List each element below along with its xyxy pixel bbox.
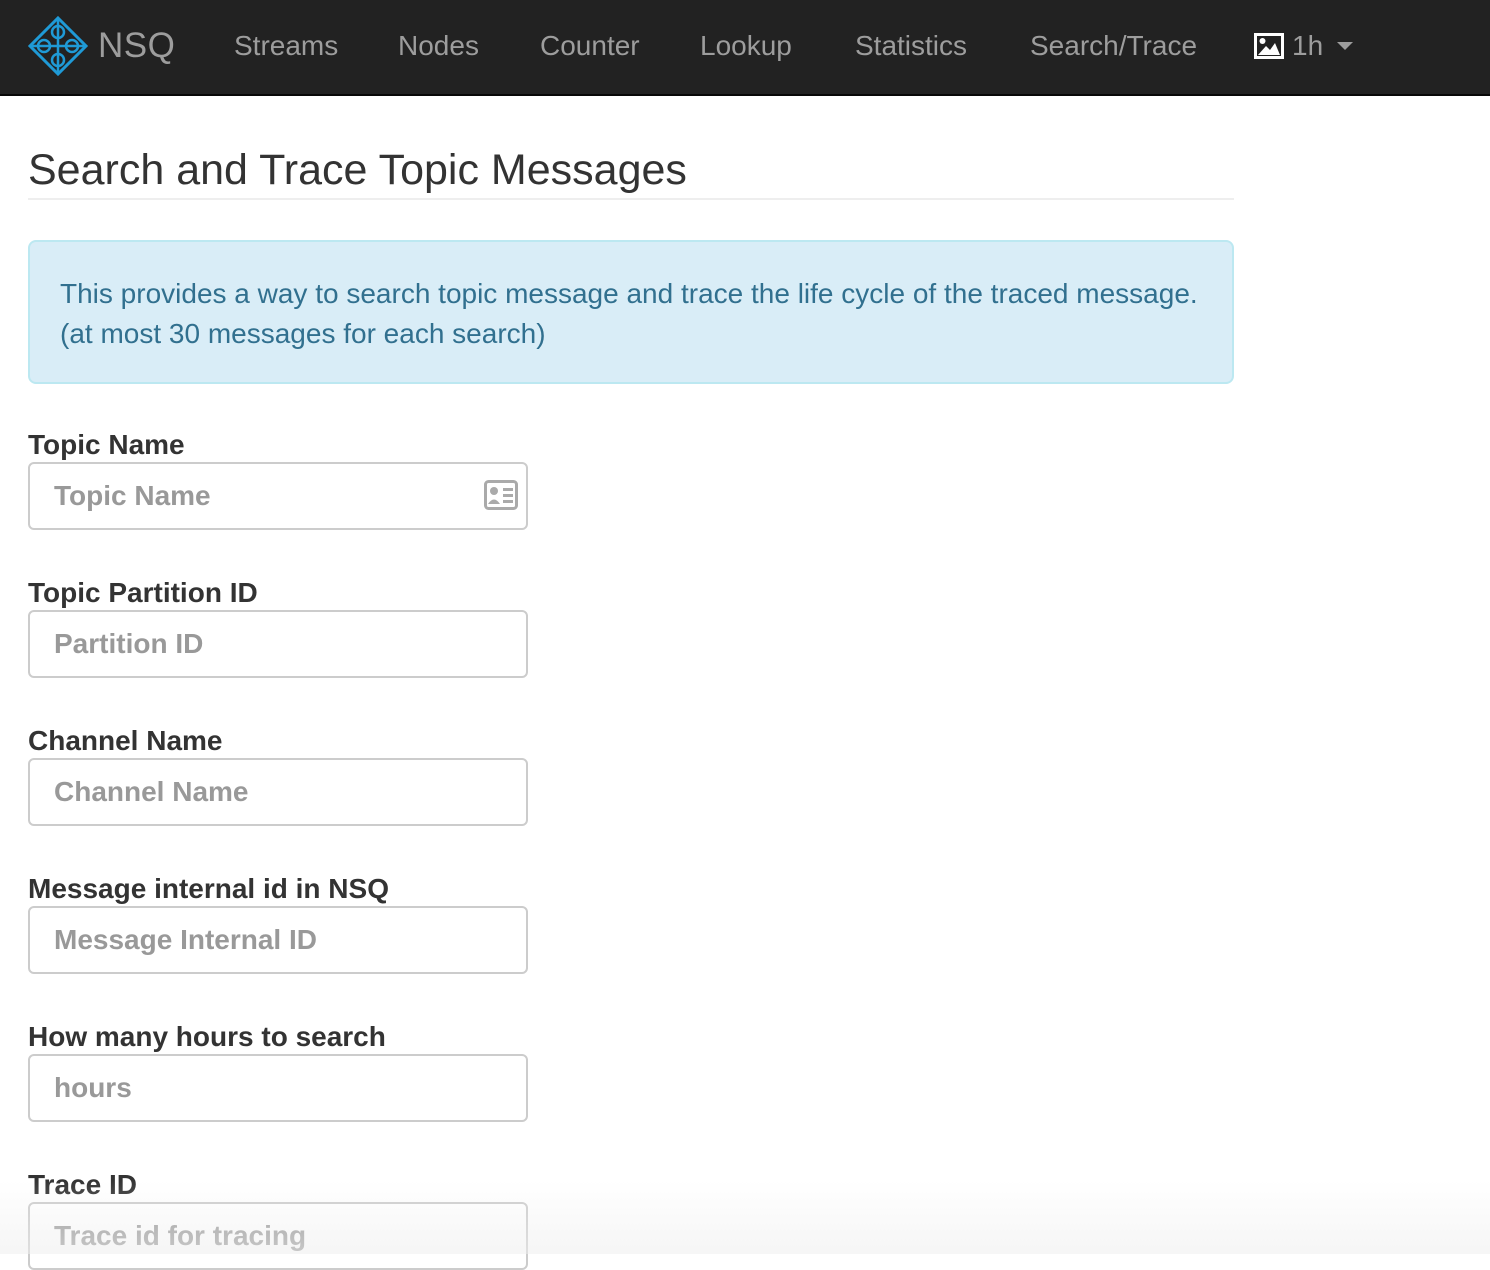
- topic-name-label: Topic Name: [28, 429, 185, 460]
- top-navbar: NSQ Streams Nodes Counter Lookup Statist…: [0, 0, 1490, 96]
- graph-interval-value: 1h: [1292, 30, 1324, 61]
- nav-streams[interactable]: Streams: [234, 24, 338, 68]
- page-title: Search and Trace Topic Messages: [28, 146, 687, 194]
- channel-name-input[interactable]: [28, 758, 528, 826]
- message-id-label: Message internal id in NSQ: [28, 873, 389, 904]
- partition-id-label: Topic Partition ID: [28, 577, 258, 608]
- nav-search-trace[interactable]: Search/Trace: [1030, 24, 1197, 68]
- nav-nodes[interactable]: Nodes: [398, 24, 479, 68]
- hours-input[interactable]: [28, 1054, 528, 1122]
- nav-statistics[interactable]: Statistics: [855, 24, 967, 68]
- picture-icon: [1254, 33, 1284, 59]
- topic-name-input[interactable]: [28, 462, 528, 530]
- trace-id-label: Trace ID: [28, 1169, 137, 1200]
- message-id-input[interactable]: [28, 906, 528, 974]
- channel-name-label: Channel Name: [28, 725, 223, 756]
- nav-lookup[interactable]: Lookup: [700, 24, 792, 68]
- form-group-trace-id: Trace ID: [28, 1168, 528, 1270]
- title-divider: [28, 198, 1234, 200]
- chevron-down-icon: [1337, 42, 1354, 50]
- form-group-message-id: Message internal id in NSQ: [28, 872, 528, 974]
- info-alert: This provides a way to search topic mess…: [28, 240, 1234, 384]
- brand-name: NSQ: [98, 26, 176, 65]
- graph-interval-dropdown[interactable]: 1h: [1254, 24, 1354, 68]
- nsq-logo-icon: [28, 16, 88, 76]
- form-group-partition-id: Topic Partition ID: [28, 576, 528, 678]
- form-group-channel-name: Channel Name: [28, 724, 528, 826]
- nav-counter[interactable]: Counter: [540, 24, 640, 68]
- contact-card-icon: [484, 480, 518, 510]
- form-group-topic-name: Topic Name: [28, 428, 528, 530]
- trace-id-input[interactable]: [28, 1202, 528, 1270]
- brand-link[interactable]: NSQ: [28, 16, 175, 76]
- form-group-hours: How many hours to search: [28, 1020, 528, 1122]
- hours-label: How many hours to search: [28, 1021, 386, 1052]
- partition-id-input[interactable]: [28, 610, 528, 678]
